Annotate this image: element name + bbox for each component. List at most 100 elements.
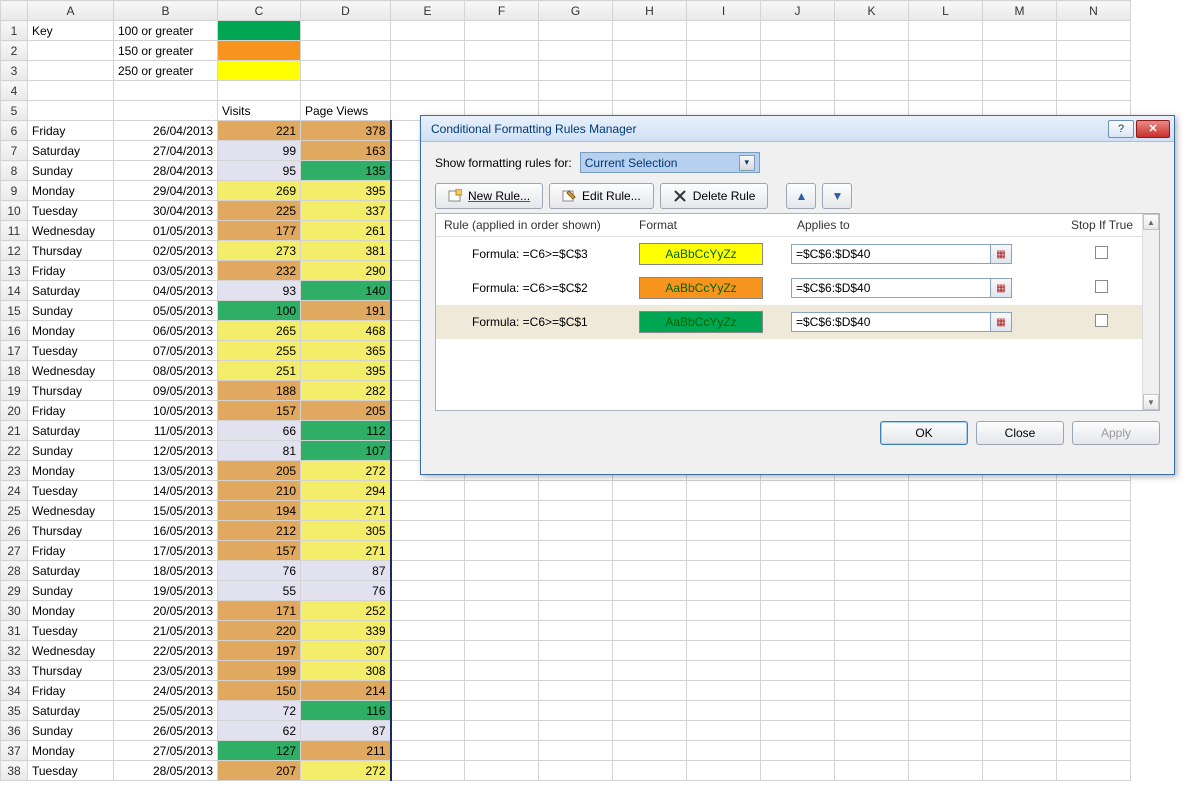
cell[interactable] <box>613 721 687 741</box>
day-cell[interactable]: Friday <box>28 121 114 141</box>
cell[interactable] <box>687 541 761 561</box>
row-header[interactable]: 10 <box>1 201 28 221</box>
cell[interactable] <box>835 701 909 721</box>
cell[interactable] <box>465 681 539 701</box>
row-header[interactable]: 26 <box>1 521 28 541</box>
date-cell[interactable]: 18/05/2013 <box>114 561 218 581</box>
cell[interactable] <box>613 501 687 521</box>
cell[interactable] <box>1057 481 1131 501</box>
cell[interactable] <box>613 661 687 681</box>
cell[interactable] <box>465 701 539 721</box>
row-header[interactable]: 20 <box>1 401 28 421</box>
cell[interactable] <box>301 21 391 41</box>
cell[interactable] <box>391 601 465 621</box>
row-header[interactable]: 19 <box>1 381 28 401</box>
day-cell[interactable]: Friday <box>28 541 114 561</box>
pageviews-cell[interactable]: 163 <box>301 141 391 161</box>
date-cell[interactable]: 15/05/2013 <box>114 501 218 521</box>
cell[interactable] <box>114 101 218 121</box>
day-cell[interactable]: Monday <box>28 321 114 341</box>
cell[interactable] <box>301 41 391 61</box>
cell[interactable] <box>465 521 539 541</box>
date-cell[interactable]: 13/05/2013 <box>114 461 218 481</box>
pageviews-cell[interactable]: 272 <box>301 761 391 781</box>
range-selector-icon[interactable]: ▦ <box>990 244 1012 264</box>
cell[interactable] <box>465 501 539 521</box>
cell[interactable] <box>909 61 983 81</box>
visits-cell[interactable]: 72 <box>218 701 301 721</box>
cell[interactable] <box>301 81 391 101</box>
row-header[interactable]: 15 <box>1 301 28 321</box>
date-cell[interactable]: 09/05/2013 <box>114 381 218 401</box>
cell[interactable] <box>761 761 835 781</box>
visits-cell[interactable]: 273 <box>218 241 301 261</box>
row-header[interactable]: 35 <box>1 701 28 721</box>
pageviews-cell[interactable]: 468 <box>301 321 391 341</box>
cell[interactable] <box>613 81 687 101</box>
header-pageviews[interactable]: Page Views <box>301 101 391 121</box>
cell[interactable] <box>465 721 539 741</box>
row-header[interactable]: 33 <box>1 661 28 681</box>
cell[interactable] <box>613 761 687 781</box>
cell[interactable] <box>391 521 465 541</box>
pageviews-cell[interactable]: 378 <box>301 121 391 141</box>
cell[interactable] <box>761 521 835 541</box>
day-cell[interactable]: Friday <box>28 401 114 421</box>
day-cell[interactable]: Wednesday <box>28 641 114 661</box>
row-header[interactable]: 13 <box>1 261 28 281</box>
cell[interactable] <box>613 681 687 701</box>
cell[interactable] <box>1057 521 1131 541</box>
cell[interactable] <box>539 541 613 561</box>
cell[interactable] <box>909 81 983 101</box>
pageviews-cell[interactable]: 214 <box>301 681 391 701</box>
cell[interactable] <box>909 601 983 621</box>
cell[interactable] <box>835 681 909 701</box>
cell[interactable] <box>983 601 1057 621</box>
date-cell[interactable]: 07/05/2013 <box>114 341 218 361</box>
cell[interactable] <box>539 21 613 41</box>
date-cell[interactable]: 26/04/2013 <box>114 121 218 141</box>
cell[interactable] <box>909 681 983 701</box>
day-cell[interactable]: Monday <box>28 461 114 481</box>
visits-cell[interactable]: 269 <box>218 181 301 201</box>
day-cell[interactable]: Tuesday <box>28 201 114 221</box>
cell[interactable] <box>1057 641 1131 661</box>
stop-if-true-checkbox[interactable] <box>1095 246 1108 259</box>
date-cell[interactable]: 19/05/2013 <box>114 581 218 601</box>
rule-row[interactable]: Formula: =C6>=$C$1AaBbCcYyZz▦ <box>436 305 1159 339</box>
cell[interactable] <box>465 481 539 501</box>
row-header[interactable]: 9 <box>1 181 28 201</box>
cell[interactable] <box>539 761 613 781</box>
day-cell[interactable]: Sunday <box>28 441 114 461</box>
cell[interactable] <box>761 541 835 561</box>
cell[interactable] <box>983 81 1057 101</box>
pageviews-cell[interactable]: 305 <box>301 521 391 541</box>
cell[interactable] <box>1057 681 1131 701</box>
cell[interactable] <box>687 681 761 701</box>
col-header-A[interactable]: A <box>28 1 114 21</box>
cell[interactable] <box>983 681 1057 701</box>
visits-cell[interactable]: 194 <box>218 501 301 521</box>
cell[interactable] <box>465 41 539 61</box>
stop-if-true-checkbox[interactable] <box>1095 314 1108 327</box>
cell[interactable] <box>1057 581 1131 601</box>
cell[interactable] <box>687 621 761 641</box>
visits-cell[interactable]: 157 <box>218 401 301 421</box>
ok-button[interactable]: OK <box>880 421 968 445</box>
cell[interactable] <box>909 741 983 761</box>
row-header[interactable]: 16 <box>1 321 28 341</box>
row-header[interactable]: 30 <box>1 601 28 621</box>
rule-row[interactable]: Formula: =C6>=$C$3AaBbCcYyZz▦ <box>436 237 1159 271</box>
cell[interactable] <box>613 641 687 661</box>
cell[interactable] <box>835 541 909 561</box>
cell[interactable] <box>983 661 1057 681</box>
cell[interactable] <box>391 641 465 661</box>
cell[interactable] <box>909 761 983 781</box>
cell[interactable] <box>835 81 909 101</box>
cell[interactable] <box>761 701 835 721</box>
visits-cell[interactable]: 95 <box>218 161 301 181</box>
cell[interactable] <box>983 641 1057 661</box>
row-header[interactable]: 2 <box>1 41 28 61</box>
row-header[interactable]: 3 <box>1 61 28 81</box>
applies-to-input[interactable] <box>791 278 991 298</box>
